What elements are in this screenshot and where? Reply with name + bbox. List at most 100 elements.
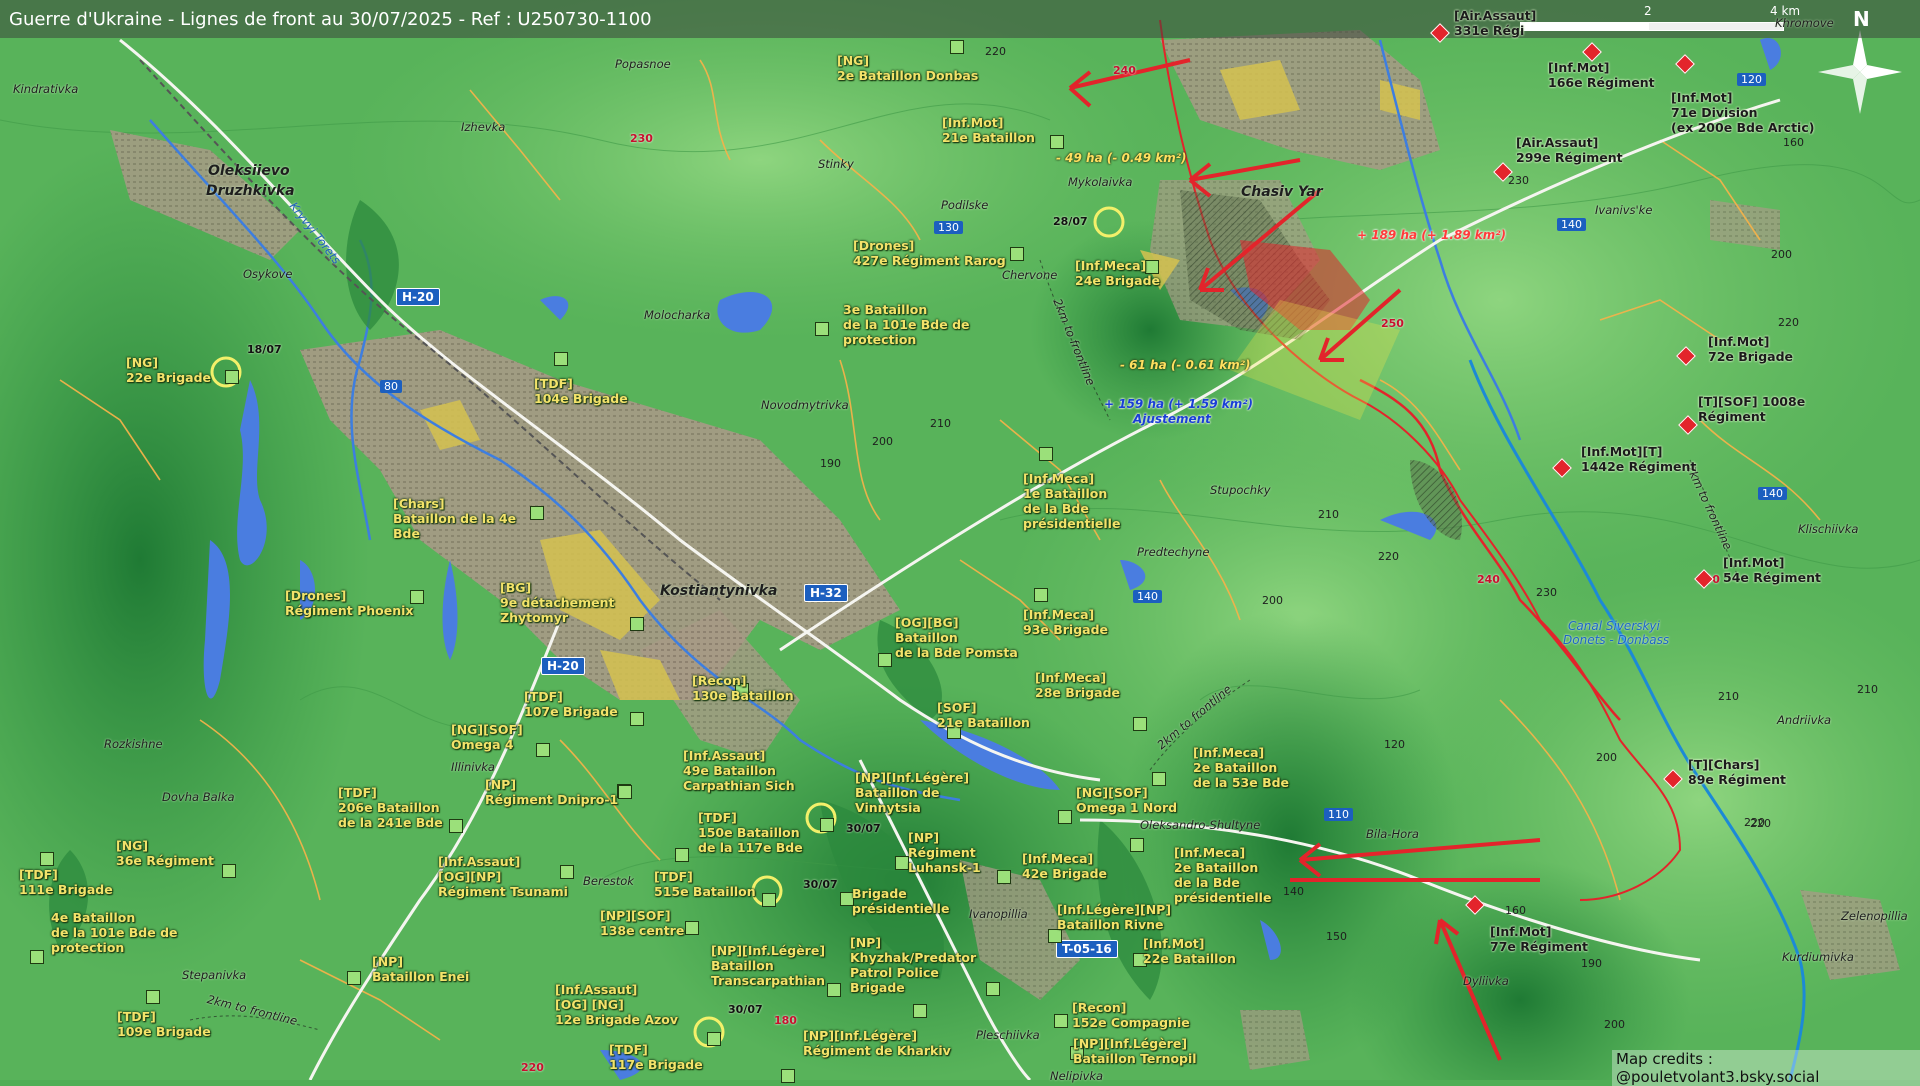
ua-unit-label-25[interactable]: [NP] Régiment Luhansk-1 — [908, 830, 981, 875]
green-square-unit-icon[interactable] — [630, 712, 644, 726]
green-square-unit-icon[interactable] — [1034, 588, 1048, 602]
ua-unit-label-32[interactable]: [Inf.Meca] 2e Bataillon de la Bde président… — [1174, 845, 1271, 905]
ua-unit-label-31[interactable]: [Inf.Meca] 42e Brigade — [1022, 851, 1107, 881]
ua-unit-label-43[interactable]: [NP][Inf.Légère] Régiment de Kharkiv — [803, 1028, 951, 1058]
ua-unit-label-19[interactable]: [NP] Régiment Dnipro-1 — [485, 777, 618, 807]
ua-unit-label-9[interactable]: [Drones] Régiment Phoenix — [285, 588, 413, 618]
ua-unit-label-30[interactable]: Brigade présidentielle — [852, 886, 949, 916]
green-square-unit-icon[interactable] — [1054, 1014, 1068, 1028]
green-square-unit-icon[interactable] — [815, 322, 829, 336]
ua-unit-label-26[interactable]: [NG] 36e Régiment — [116, 838, 214, 868]
ua-unit-label-41[interactable]: [Inf.Assaut] [OG] [NG] 12e Brigade Azov — [555, 982, 678, 1027]
ua-unit-label-5[interactable]: [NG] 22e Brigade — [126, 355, 211, 385]
ua-unit-label-45[interactable]: [TDF] 117e Brigade — [609, 1042, 703, 1072]
green-square-unit-icon[interactable] — [225, 370, 239, 384]
ru-unit-label-4[interactable]: [Inf.Mot] 72e Brigade — [1708, 334, 1793, 364]
green-square-unit-icon[interactable] — [347, 971, 361, 985]
green-square-unit-icon[interactable] — [1010, 247, 1024, 261]
ru-unit-label-0[interactable]: [Air.Assaut] 331e Régi — [1454, 8, 1536, 38]
ua-unit-label-27[interactable]: [TDF] 111e Brigade — [19, 867, 113, 897]
place-podilske: Podilske — [941, 198, 989, 212]
unit-label-line: Luhansk-1 — [908, 860, 981, 875]
green-square-unit-icon[interactable] — [146, 990, 160, 1004]
ua-unit-label-2[interactable]: [Drones] 427e Régiment Rarog — [853, 238, 1006, 268]
ru-unit-label-8[interactable]: [T][Chars] 89e Régiment — [1688, 757, 1786, 787]
map-canvas[interactable] — [0, 0, 1920, 1080]
green-square-unit-icon[interactable] — [986, 982, 1000, 996]
green-square-unit-icon[interactable] — [913, 1004, 927, 1018]
ua-unit-label-3[interactable]: [Inf.Meca] 24e Brigade — [1075, 258, 1160, 288]
green-square-unit-icon[interactable] — [40, 852, 54, 866]
unit-label-line: 111e Brigade — [19, 882, 113, 897]
ua-unit-label-10[interactable]: [BG] 9e détachement Zhytomyr — [500, 580, 615, 625]
green-square-unit-icon[interactable] — [618, 785, 632, 799]
ua-unit-label-21[interactable]: [NP][Inf.Légère] Bataillon de Vinnytsia — [855, 770, 969, 815]
green-square-unit-icon[interactable] — [630, 617, 644, 631]
green-square-unit-icon[interactable] — [685, 921, 699, 935]
ua-unit-label-36[interactable]: [NP] Bataillon Enei — [372, 954, 469, 984]
green-square-unit-icon[interactable] — [30, 950, 44, 964]
unit-label-line: [TDF] — [534, 376, 573, 391]
green-square-unit-icon[interactable] — [536, 743, 550, 757]
green-square-unit-icon[interactable] — [878, 653, 892, 667]
ua-unit-label-18[interactable]: [Inf.Assaut] 49e Bataillon Carpathian Sich — [683, 748, 795, 793]
green-square-unit-icon[interactable] — [1039, 447, 1053, 461]
ru-unit-label-2[interactable]: [Inf.Mot] 71e Division (ex 200e Bde Arctic… — [1671, 90, 1814, 135]
ua-unit-label-29[interactable]: [TDF] 515e Bataillon — [654, 869, 756, 899]
ua-unit-label-28[interactable]: [Inf.Assaut] [OG][NP] Régiment Tsunami — [438, 854, 568, 899]
green-square-unit-icon[interactable] — [950, 40, 964, 54]
map-title: Guerre d'Ukraine - Lignes de front au 30… — [9, 9, 652, 30]
ua-unit-label-0[interactable]: [NG] 2e Bataillon Donbas — [837, 53, 978, 83]
green-square-unit-icon[interactable] — [827, 983, 841, 997]
ua-unit-label-7[interactable]: [Chars] Bataillon de la 4e Bde — [393, 496, 516, 541]
ua-unit-label-15[interactable]: [Inf.Meca] 28e Brigade — [1035, 670, 1120, 700]
ua-unit-label-23[interactable]: [Inf.Meca] 2e Bataillon de la 53e Bde — [1193, 745, 1289, 790]
ua-unit-label-34[interactable]: [NP][SOF] 138e centre — [600, 908, 684, 938]
ua-unit-label-44[interactable]: [NP][Inf.Légère] Bataillon Ternopil — [1073, 1036, 1197, 1066]
ru-unit-label-7[interactable]: [Inf.Mot] 54e Régiment — [1723, 555, 1821, 585]
green-square-unit-icon[interactable] — [530, 506, 544, 520]
ua-unit-label-17[interactable]: [NG][SOF] Omega 4 — [451, 722, 523, 752]
green-square-unit-icon[interactable] — [1133, 717, 1147, 731]
unit-label-line: présidentielle — [1174, 890, 1272, 905]
ua-unit-label-8[interactable]: [Inf.Meca] 1e Bataillon de la Bde président… — [1023, 471, 1120, 531]
green-square-unit-icon[interactable] — [781, 1069, 795, 1083]
ru-unit-label-9[interactable]: [Inf.Mot] 77e Régiment — [1490, 924, 1588, 954]
green-square-unit-icon[interactable] — [1050, 135, 1064, 149]
ua-unit-label-24[interactable]: [TDF] 150e Bataillon de la 117e Bde — [698, 810, 803, 855]
ua-unit-label-6[interactable]: [TDF] 104e Brigade — [534, 376, 628, 406]
ua-unit-label-38[interactable]: [NP] Khyzhak/Predator Patrol Police Brigade — [850, 935, 976, 995]
green-square-unit-icon[interactable] — [1152, 772, 1166, 786]
ru-unit-label-6[interactable]: [Inf.Mot][T] 1442e Régiment — [1581, 444, 1696, 474]
ua-unit-label-42[interactable]: [Recon] 152e Compagnie — [1072, 1000, 1190, 1030]
ua-unit-label-39[interactable]: [Inf.Mot] 22e Bataillon — [1143, 936, 1236, 966]
ua-unit-label-4[interactable]: 3e Bataillon de la 101e Bde de protection — [843, 302, 970, 347]
green-square-unit-icon[interactable] — [675, 848, 689, 862]
green-square-unit-icon[interactable] — [997, 870, 1011, 884]
green-square-unit-icon[interactable] — [707, 1032, 721, 1046]
ua-unit-label-13[interactable]: [Recon] 130e Bataillon — [692, 673, 794, 703]
green-square-unit-icon[interactable] — [554, 352, 568, 366]
ua-unit-label-11[interactable]: [Inf.Meca] 93e Brigade — [1023, 607, 1108, 637]
green-square-unit-icon[interactable] — [820, 818, 834, 832]
ua-unit-label-22[interactable]: [NG][SOF] Omega 1 Nord — [1076, 785, 1177, 815]
ua-unit-label-16[interactable]: [SOF] 21e Bataillon — [937, 700, 1030, 730]
green-square-unit-icon[interactable] — [1130, 838, 1144, 852]
ua-unit-label-40[interactable]: [TDF] 109e Brigade — [117, 1009, 211, 1039]
green-square-unit-icon[interactable] — [762, 893, 776, 907]
ru-unit-label-1[interactable]: [Inf.Mot] 166e Régiment — [1548, 60, 1655, 90]
ua-unit-label-14[interactable]: [TDF] 107e Brigade — [524, 689, 618, 719]
green-square-unit-icon[interactable] — [222, 864, 236, 878]
ua-unit-label-35[interactable]: [Inf.Légère][NP] Bataillon Rivne — [1057, 902, 1171, 932]
green-square-unit-icon[interactable] — [449, 819, 463, 833]
ua-unit-label-1[interactable]: [Inf.Mot] 21e Bataillon — [942, 115, 1035, 145]
ua-unit-label-12[interactable]: [OG][BG] Bataillon de la Bde Pomsta — [895, 615, 1018, 660]
ua-unit-label-20[interactable]: [TDF] 206e Bataillon de la 241e Bde — [338, 785, 443, 830]
ua-unit-label-33[interactable]: 4e Bataillon de la 101e Bde de protection — [51, 910, 178, 955]
green-square-unit-icon[interactable] — [1058, 810, 1072, 824]
ua-unit-label-37[interactable]: [NP][Inf.Légère] Bataillon Transcarpathian — [711, 943, 825, 988]
green-square-unit-icon[interactable] — [895, 856, 909, 870]
unit-label-line: 331e Régi — [1454, 23, 1525, 38]
ru-unit-label-5[interactable]: [T][SOF] 1008e Régiment — [1698, 394, 1805, 424]
ru-unit-label-3[interactable]: [Air.Assaut] 299e Régiment — [1516, 135, 1623, 165]
